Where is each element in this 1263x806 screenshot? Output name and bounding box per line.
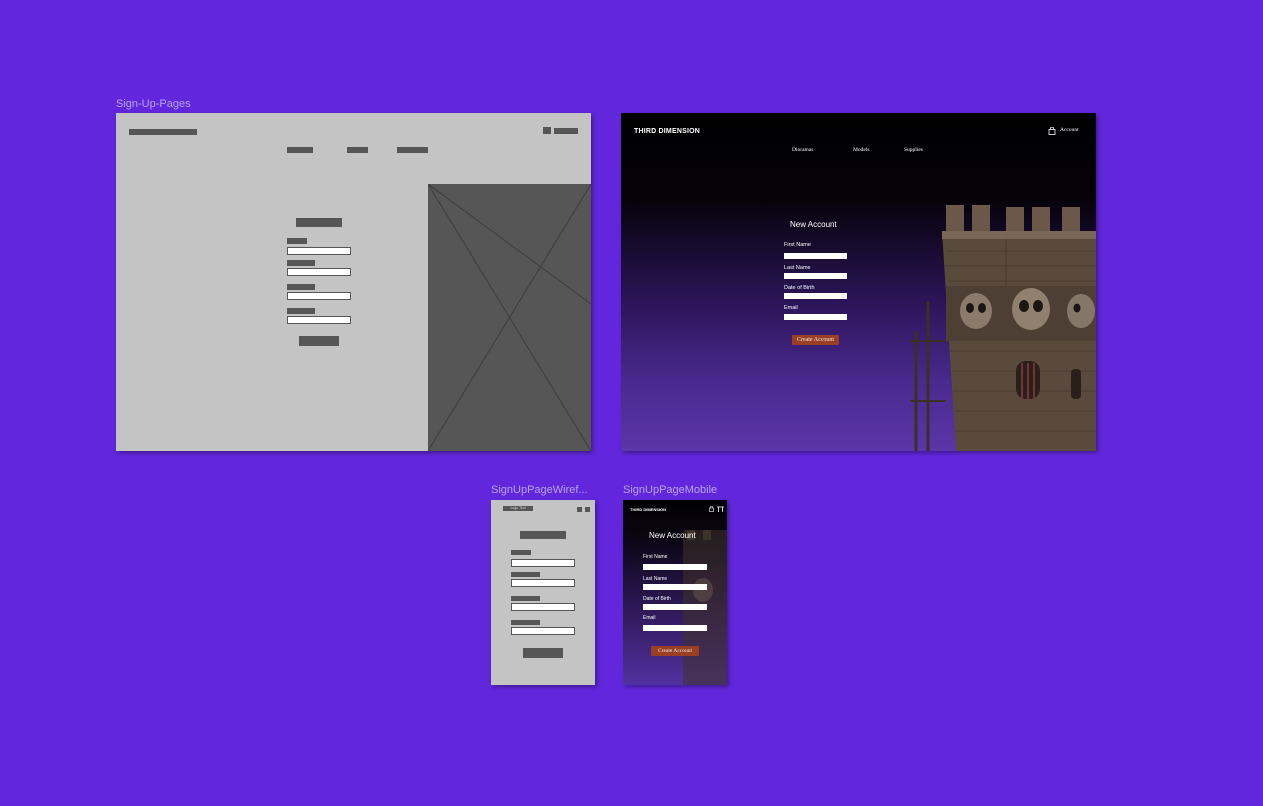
wf-field-label-3	[287, 284, 315, 290]
wf-image-placeholder	[428, 184, 591, 451]
wfm-field-input-4	[511, 627, 575, 635]
wf-form-title-block	[296, 218, 342, 227]
wfm-field-label-1	[511, 550, 531, 555]
desktop-signup-frame[interactable]: THIRD DIMENSION Account Dioramas Models …	[621, 113, 1096, 451]
mobile-signup-frame[interactable]: THIRD DIMENSION New Account First Name L…	[623, 500, 727, 685]
wfm-field-label-4	[511, 620, 540, 625]
mobile-label-email: Email	[643, 615, 656, 621]
wf-field-input-2	[287, 268, 351, 276]
wfm-submit-block	[523, 648, 563, 658]
wfm-field-input-3	[511, 603, 575, 611]
wfm-field-label-2	[511, 572, 540, 577]
wf-field-label-1	[287, 238, 307, 244]
mobile-label-last-name: Last Name	[643, 576, 668, 582]
castle-tower-image	[910, 205, 1096, 451]
mobile-input-email[interactable]	[643, 625, 707, 631]
wfm-form-title-block	[520, 531, 566, 539]
input-last-name[interactable]	[784, 273, 847, 279]
mobile-input-first-name[interactable]	[643, 564, 707, 570]
wfm-field-label-3	[511, 596, 540, 601]
wf-account-block	[554, 128, 578, 134]
mobile-shopping-bag-icon[interactable]	[709, 506, 714, 512]
nav-item-supplies[interactable]: Supplies	[904, 147, 923, 153]
label-last-name: Last Name	[784, 265, 811, 271]
wf-field-label-4	[287, 308, 315, 314]
wf-logo-block	[129, 129, 197, 135]
wf-field-input-1	[287, 247, 351, 255]
input-first-name[interactable]	[784, 253, 847, 259]
wf-cart-icon-block	[543, 127, 551, 134]
mobile-input-date-of-birth[interactable]	[643, 604, 707, 610]
input-email[interactable]	[784, 314, 847, 320]
brand-logo[interactable]: THIRD DIMENSION	[634, 128, 700, 135]
create-account-button[interactable]: Create Account	[792, 335, 839, 345]
frame-label-signup-wireframe-mobile[interactable]: SignUpPageWiref...	[491, 484, 588, 496]
mobile-create-account-button[interactable]: Create Account	[651, 646, 699, 656]
account-link[interactable]: Account	[1060, 127, 1079, 133]
mobile-label-first-name: First Name	[643, 554, 668, 560]
input-date-of-birth[interactable]	[784, 293, 847, 299]
mobile-label-date-of-birth: Date of Birth	[643, 596, 671, 602]
wf-nav-item-1	[287, 147, 313, 153]
wf-field-label-2	[287, 260, 315, 266]
wfm-field-input-1	[511, 559, 575, 567]
label-date-of-birth: Date of Birth	[784, 285, 815, 291]
form-title: New Account	[790, 220, 837, 229]
desktop-wireframe-frame[interactable]	[116, 113, 591, 451]
wf-submit-block	[299, 336, 339, 346]
wf-nav-item-3	[397, 147, 428, 153]
wfm-field-input-2	[511, 579, 575, 587]
menu-icon[interactable]	[717, 506, 724, 512]
mobile-wireframe-frame[interactable]: Logo Text	[491, 500, 595, 685]
nav-item-models[interactable]: Models	[853, 147, 870, 153]
wfm-menu-icon-block	[585, 507, 590, 512]
mobile-brand-logo[interactable]: THIRD DIMENSION	[630, 507, 666, 512]
label-first-name: First Name	[784, 242, 811, 248]
wfm-cart-icon-block	[577, 507, 582, 512]
shopping-bag-icon[interactable]	[1048, 127, 1056, 135]
wf-field-input-3	[287, 292, 351, 300]
mobile-form-title: New Account	[649, 531, 696, 540]
frame-label-signup-mobile[interactable]: SignUpPageMobile	[623, 484, 717, 496]
mobile-input-last-name[interactable]	[643, 584, 707, 590]
wfm-logo-block: Logo Text	[503, 506, 533, 511]
nav-item-dioramas[interactable]: Dioramas	[792, 147, 813, 153]
frame-label-sign-up-pages[interactable]: Sign-Up-Pages	[116, 98, 191, 110]
label-email: Email	[784, 305, 798, 311]
wf-nav-item-2	[347, 147, 368, 153]
wf-field-input-4	[287, 316, 351, 324]
